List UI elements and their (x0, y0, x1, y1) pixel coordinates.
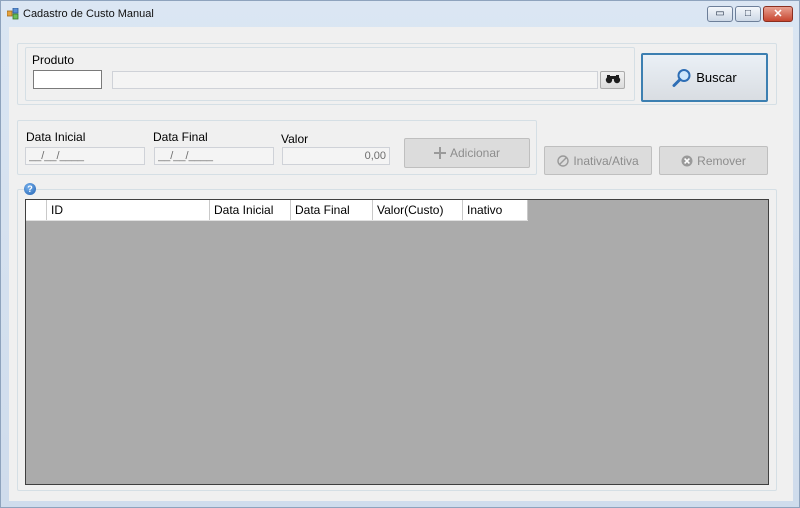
inativa-ativa-button[interactable]: Inativa/Ativa (544, 146, 652, 175)
app-icon (6, 7, 19, 20)
minimize-icon: ▭ (715, 8, 725, 19)
remover-label: Remover (697, 153, 746, 168)
block-icon (557, 154, 570, 167)
grid-header-data-final[interactable]: Data Final (291, 200, 373, 220)
grid-header-data-inicial[interactable]: Data Inicial (210, 200, 291, 220)
grid-header-id[interactable]: ID (47, 200, 210, 220)
data-inicial-field (25, 147, 145, 165)
produto-label: Produto (32, 53, 75, 67)
remover-button[interactable]: Remover (659, 146, 768, 175)
data-final-label: Data Final (153, 130, 208, 144)
help-icon[interactable]: ? (24, 183, 36, 195)
grid-header-valor-custo[interactable]: Valor(Custo) (373, 200, 463, 220)
window-title: Cadastro de Custo Manual (23, 8, 154, 20)
buscar-button[interactable]: Buscar (641, 53, 768, 102)
close-button[interactable]: ✕ (763, 6, 793, 22)
valor-label: Valor (281, 132, 309, 146)
magnifier-icon (672, 68, 692, 88)
form-client-area: Produto Buscar Data Inicial __/__/____ D… (9, 27, 793, 501)
buscar-label: Buscar (696, 70, 737, 85)
inativa-ativa-label: Inativa/Ativa (573, 153, 639, 168)
custo-data-grid[interactable]: ID Data Inicial Data Final Valor(Custo) … (25, 199, 769, 485)
produto-code-input[interactable] (33, 70, 102, 89)
plus-icon (433, 147, 446, 159)
adicionar-button[interactable]: Adicionar (404, 138, 530, 168)
remove-icon (681, 155, 693, 167)
produto-description-field (112, 71, 598, 89)
adicionar-label: Adicionar (449, 146, 501, 160)
minimize-button[interactable]: ▭ (707, 6, 733, 22)
main-window: Cadastro de Custo Manual ▭ □ ✕ Produto B… (0, 0, 800, 508)
grid-header-inativo[interactable]: Inativo (463, 200, 528, 220)
data-final-field (154, 147, 274, 165)
grid-header-row-selector[interactable] (26, 200, 47, 220)
grid-header: ID Data Inicial Data Final Valor(Custo) … (26, 200, 528, 221)
produto-lookup-button[interactable] (600, 71, 625, 89)
close-icon: ✕ (773, 8, 783, 20)
data-inicial-label: Data Inicial (26, 130, 86, 144)
maximize-icon: □ (744, 8, 752, 19)
valor-field (282, 147, 390, 165)
maximize-button[interactable]: □ (735, 6, 761, 22)
title-bar[interactable]: Cadastro de Custo Manual ▭ □ ✕ (1, 1, 799, 27)
binoculars-icon (605, 73, 621, 87)
